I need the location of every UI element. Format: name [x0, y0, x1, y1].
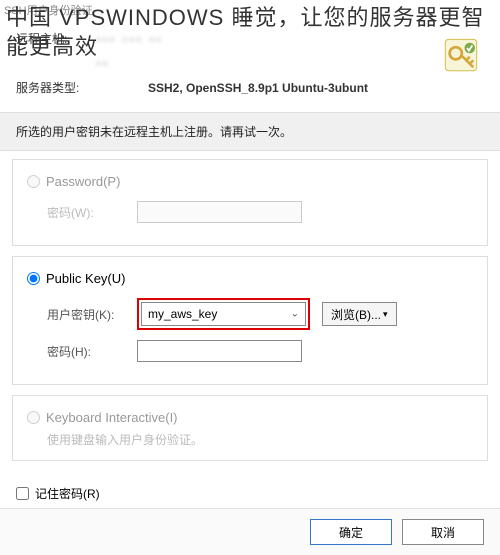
user-key-value: my_aws_key [148, 307, 217, 321]
button-bar: 确定 取消 [0, 508, 500, 555]
remember-row: 记住密码(R) [0, 479, 500, 508]
publickey-radio[interactable] [27, 272, 40, 285]
publickey-group: Public Key(U) 用户密钥(K): my_aws_key ⌄ 浏览(B… [12, 256, 488, 385]
user-key-select[interactable]: my_aws_key ⌄ [141, 302, 306, 326]
remember-checkbox[interactable] [16, 487, 29, 500]
password-radio[interactable] [27, 175, 40, 188]
password-radio-label: Password(P) [46, 174, 120, 189]
chevron-down-icon: ▾ [383, 309, 388, 320]
auth-panel: Password(P) 密码(W): Public Key(U) 用户密钥(K)… [0, 151, 500, 479]
server-type-label: 服务器类型: [16, 79, 96, 96]
keyboard-radio-label: Keyboard Interactive(I) [46, 410, 178, 425]
headline-overlay-text: 中国 VPSWINDOWS 睡觉，让您的服务器更智能更高效 [6, 4, 494, 61]
browse-button[interactable]: 浏览(B)... ▾ [322, 302, 397, 326]
chevron-down-icon: ⌄ [291, 309, 299, 320]
cancel-button[interactable]: 取消 [402, 519, 484, 545]
password-group: Password(P) 密码(W): [12, 159, 488, 246]
keyboard-hint: 使用键盘输入用户身份验证。 [47, 431, 473, 448]
ok-button[interactable]: 确定 [310, 519, 392, 545]
user-key-highlight: my_aws_key ⌄ [137, 298, 310, 330]
keyboard-group: Keyboard Interactive(I) 使用键盘输入用户身份验证。 [12, 395, 488, 461]
password-field-label: 密码(W): [47, 204, 137, 221]
browse-button-label: 浏览(B)... [331, 306, 381, 323]
passphrase-input[interactable] [137, 340, 302, 362]
password-input [137, 201, 302, 223]
user-key-label: 用户密钥(K): [47, 306, 137, 323]
passphrase-label: 密码(H): [47, 343, 137, 360]
server-type-value: SSH2, OpenSSH_8.9p1 Ubuntu-3ubunt [148, 81, 368, 95]
remember-label: 记住密码(R) [35, 485, 100, 502]
keyboard-radio[interactable] [27, 411, 40, 424]
publickey-radio-label: Public Key(U) [46, 271, 125, 286]
error-message: 所选的用户密钥未在远程主机上注册。请再试一次。 [0, 112, 500, 151]
